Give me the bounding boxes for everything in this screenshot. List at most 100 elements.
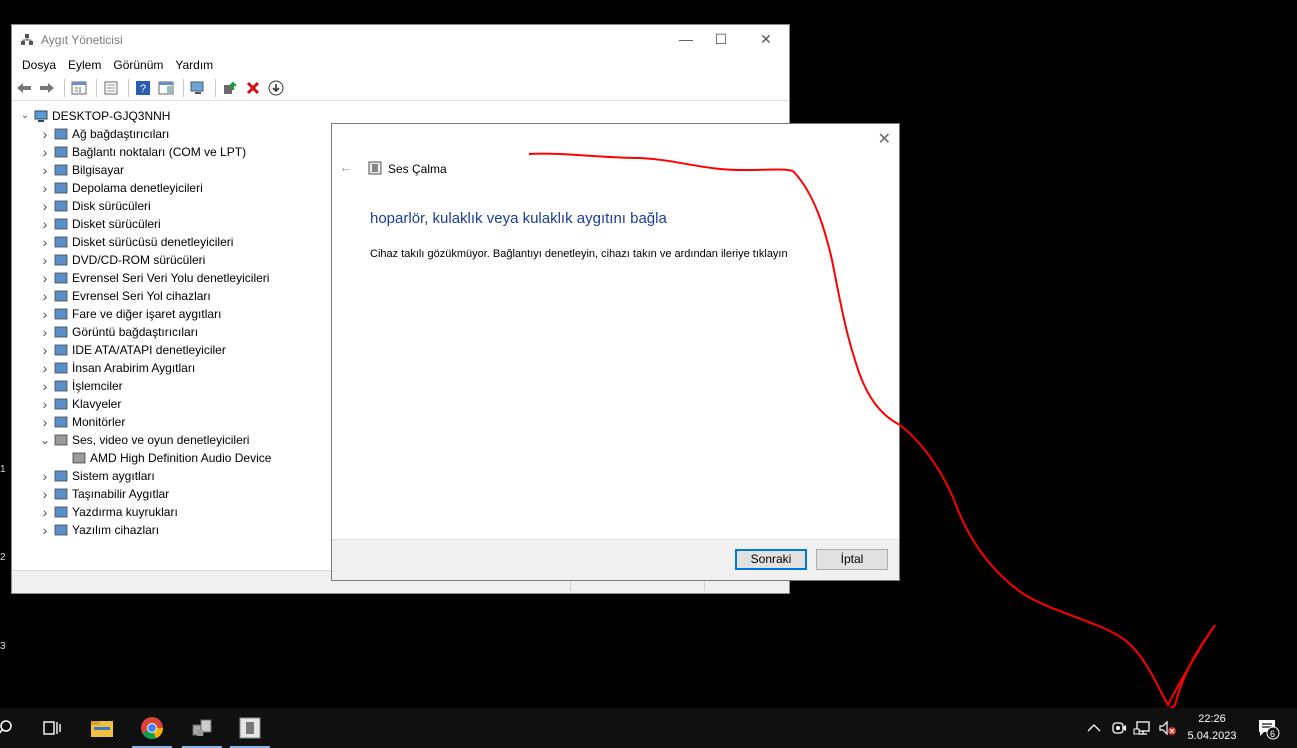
tree-item-label: Disket sürücüleri [72,217,161,231]
search-icon[interactable] [0,708,30,748]
maximize-button[interactable]: ☐ [698,25,744,55]
hid-icon [54,361,68,375]
sound-wizard-taskbar-icon[interactable] [226,708,274,748]
action-pane-icon[interactable] [156,79,176,97]
close-icon[interactable]: ✕ [878,129,891,149]
meet-now-icon[interactable] [1111,708,1127,748]
storage-icon [54,181,68,195]
clock-time: 22:26 [1198,713,1226,725]
tree-item-label: Yazdırma kuyrukları [72,505,178,519]
tree-item-label: Ses, video ve oyun denetleyicileri [72,433,250,447]
system-icon [54,469,68,483]
chevron-right-icon[interactable]: › [38,269,52,287]
tree-item-label: Monitörler [72,415,126,429]
chevron-right-icon[interactable]: › [38,503,52,521]
chevron-right-icon[interactable]: › [38,395,52,413]
show-hide-tree-icon[interactable] [69,79,89,97]
scan-hardware-icon[interactable] [188,79,208,97]
processor-icon [54,379,68,393]
floppy-icon [54,217,68,231]
chevron-right-icon[interactable]: › [38,485,52,503]
sound-playback-dialog: ✕ ← Ses Çalma hoparlör, kulaklık veya ku… [331,123,900,581]
tree-item-label: Taşınabilir Aygıtlar [72,487,170,501]
show-hidden-icons-chevron[interactable] [1087,708,1101,748]
back-arrow-icon[interactable]: ← [339,159,353,175]
chevron-right-icon[interactable]: › [38,251,52,269]
port-icon [54,145,68,159]
tree-item-label: Fare ve diğer işaret aygıtları [72,307,222,321]
tree-item-label: AMD High Definition Audio Device [90,451,272,465]
toolbar-divider [128,78,129,97]
speaker-device-icon [368,161,382,175]
toolbar-divider [215,78,216,97]
dialog-heading: hoparlör, kulaklık veya kulaklık aygıtın… [370,210,667,227]
portable-icon [54,487,68,501]
cancel-button[interactable]: İptal [816,549,888,570]
usb-device-icon [54,289,68,303]
computer-icon [54,163,68,177]
mouse-icon [54,307,68,321]
chrome-icon[interactable] [128,708,176,748]
ide-icon [54,343,68,357]
back-arrow-icon[interactable] [14,79,34,97]
next-button[interactable]: Sonraki [735,549,807,570]
menu-help[interactable]: Yardım [169,58,219,72]
printer-icon [54,505,68,519]
device-manager-taskbar-icon[interactable] [178,708,226,748]
properties-icon[interactable] [101,79,121,97]
chevron-right-icon[interactable]: › [38,305,52,323]
chevron-right-icon[interactable]: › [38,287,52,305]
tree-item-label: IDE ATA/ATAPI denetleyiciler [72,343,226,357]
chevron-right-icon[interactable]: › [38,143,52,161]
chevron-right-icon[interactable]: › [38,215,52,233]
update-driver-icon[interactable] [220,79,240,97]
tree-item-label: Yazılım cihazları [72,523,160,537]
help-icon[interactable]: ? [133,79,153,97]
chevron-right-icon[interactable]: › [38,125,52,143]
uninstall-device-icon[interactable] [243,79,263,97]
tree-item-label: Depolama denetleyicileri [72,181,203,195]
chevron-right-icon[interactable]: › [38,341,52,359]
tree-item-label: Görüntü bağdaştırıcıları [72,325,199,339]
toolbar-divider [183,78,184,97]
disk-icon [54,199,68,213]
chevron-right-icon[interactable]: › [38,521,52,539]
forward-arrow-icon[interactable] [37,79,57,97]
file-explorer-icon[interactable] [78,708,126,748]
chevron-down-icon[interactable]: ⌄ [38,431,52,449]
title-bar[interactable]: Aygıt Yöneticisi — ☐ ✕ [12,25,789,55]
tree-item-label: Sistem aygıtları [72,469,155,483]
chevron-right-icon[interactable]: › [38,467,52,485]
tree-item-label: Klavyeler [72,397,122,411]
tree-item-label: Bağlantı noktaları (COM ve LPT) [72,145,247,159]
download-driver-icon[interactable] [266,79,286,97]
clock-date: 5.04.2023 [1187,730,1237,742]
chevron-right-icon[interactable]: › [38,359,52,377]
menu-view[interactable]: Görünüm [107,58,169,72]
computer-icon [34,109,48,123]
tree-item-label: Ağ bağdaştırıcıları [72,127,170,141]
notification-center-icon[interactable]: 6 [1256,708,1280,748]
chevron-right-icon[interactable]: › [38,323,52,341]
menu-action[interactable]: Eylem [62,58,107,72]
network-icon[interactable] [1133,708,1153,748]
clock[interactable]: 22:26 5.04.2023 [1184,711,1240,745]
chevron-right-icon[interactable]: › [38,161,52,179]
software-device-icon [54,523,68,537]
chevron-right-icon[interactable]: › [38,197,52,215]
chevron-down-icon[interactable]: ⌄ [18,107,32,125]
chevron-right-icon[interactable]: › [38,179,52,197]
speaker-icon [54,433,68,447]
chevron-right-icon[interactable]: › [38,233,52,251]
close-button[interactable]: ✕ [743,25,789,55]
tree-item-label: Evrensel Seri Yol cihazları [72,289,211,303]
task-view-icon[interactable] [28,708,76,748]
menu-file[interactable]: Dosya [16,58,62,72]
tree-item-label: Evrensel Seri Veri Yolu denetleyicileri [72,271,270,285]
tree-item-label: Disk sürücüleri [72,199,151,213]
dialog-body-text: Cihaz takılı gözükmüyor. Bağlantıyı dene… [370,248,788,260]
chevron-right-icon[interactable]: › [38,377,52,395]
tree-root-label: DESKTOP-GJQ3NNH [52,109,171,123]
volume-muted-icon[interactable] [1158,708,1178,748]
chevron-right-icon[interactable]: › [38,413,52,431]
